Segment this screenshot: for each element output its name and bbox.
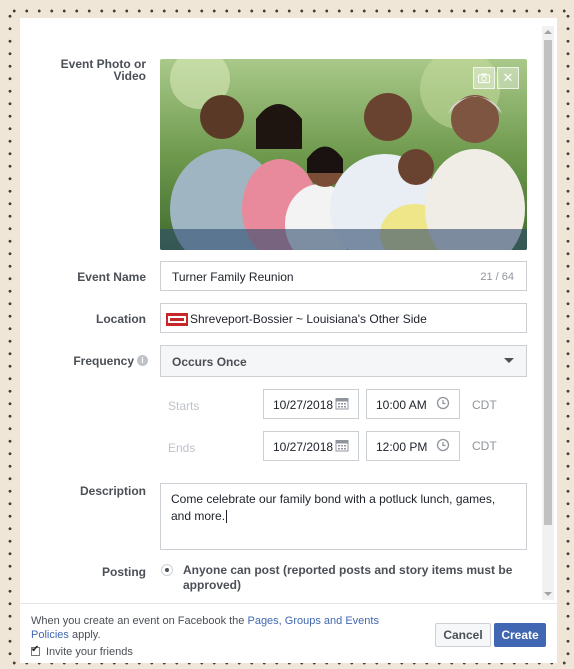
event-photo-label: Event Photo or Video (60, 57, 146, 83)
frequency-value: Occurs Once (172, 355, 247, 369)
description-label: Description (79, 484, 146, 498)
family-photo-image (160, 59, 527, 250)
description-textarea[interactable]: Come celebrate our family bond with a po… (160, 483, 527, 550)
calendar-icon (335, 440, 349, 452)
start-date-input[interactable]: 10/27/2018 (263, 389, 359, 419)
dotted-border-top (8, 9, 566, 13)
event-name-input[interactable]: Turner Family Reunion 21 / 64 (160, 261, 527, 291)
dialog-footer: When you create an event on Facebook the… (20, 603, 557, 663)
end-date-value: 10/27/2018 (273, 440, 334, 454)
end-date-input[interactable]: 10/27/2018 (263, 431, 359, 461)
chevron-down-icon (504, 358, 514, 363)
start-time-input[interactable]: 10:00 AM (366, 389, 460, 419)
location-value: Shreveport-Bossier ~ Louisiana's Other S… (190, 312, 427, 326)
posting-radio[interactable] (161, 564, 173, 576)
policy-notice: When you create an event on Facebook the… (31, 614, 411, 642)
checkbox-icon[interactable] (31, 644, 40, 656)
end-timezone: CDT (472, 439, 497, 453)
start-date-value: 10/27/2018 (273, 398, 334, 412)
dotted-border-left (8, 10, 12, 661)
location-input[interactable]: Shreveport-Bossier ~ Louisiana's Other S… (160, 303, 527, 333)
posting-label: Posting (102, 565, 146, 579)
scrollbar[interactable] (542, 26, 554, 600)
start-time-value: 10:00 AM (376, 398, 427, 412)
invite-friends-option[interactable]: Invite your friends (31, 644, 133, 658)
cancel-button[interactable]: Cancel (435, 623, 491, 647)
create-button[interactable]: Create (494, 623, 546, 647)
frequency-select[interactable]: Occurs Once (160, 345, 527, 377)
posting-option-label[interactable]: Anyone can post (reported posts and stor… (183, 563, 523, 593)
event-photo[interactable]: ✕ (160, 59, 527, 250)
starts-label: Starts (168, 399, 200, 413)
clock-icon (436, 438, 450, 452)
calendar-icon (335, 398, 349, 410)
scroll-down-arrow[interactable] (544, 592, 552, 596)
text-cursor (226, 510, 228, 524)
create-event-dialog: Event Photo or Video ✕ Event Name Turner… (20, 18, 557, 663)
dotted-border-right (566, 10, 570, 661)
policy-notice-prefix: When you create an event on Facebook the (31, 615, 248, 627)
description-value: Come celebrate our family bond with a po… (171, 492, 496, 523)
scroll-thumb[interactable] (544, 40, 552, 525)
frequency-label: Frequency (73, 354, 134, 368)
end-time-value: 12:00 PM (376, 440, 428, 454)
policy-notice-suffix: apply. (68, 629, 101, 641)
invite-label: Invite your friends (46, 646, 133, 658)
location-label: Location (96, 312, 146, 326)
end-time-input[interactable]: 12:00 PM (366, 431, 460, 461)
info-icon[interactable]: i (137, 355, 148, 366)
close-icon[interactable]: ✕ (497, 67, 519, 89)
clock-icon (436, 396, 450, 410)
event-name-value: Turner Family Reunion (172, 270, 294, 284)
event-name-label: Event Name (77, 270, 146, 284)
start-timezone: CDT (472, 398, 497, 412)
ends-label: Ends (168, 441, 196, 455)
camera-icon[interactable] (473, 67, 495, 89)
location-logo-icon (166, 313, 188, 326)
scroll-up-arrow[interactable] (544, 30, 552, 34)
char-counter: 21 / 64 (480, 271, 514, 283)
